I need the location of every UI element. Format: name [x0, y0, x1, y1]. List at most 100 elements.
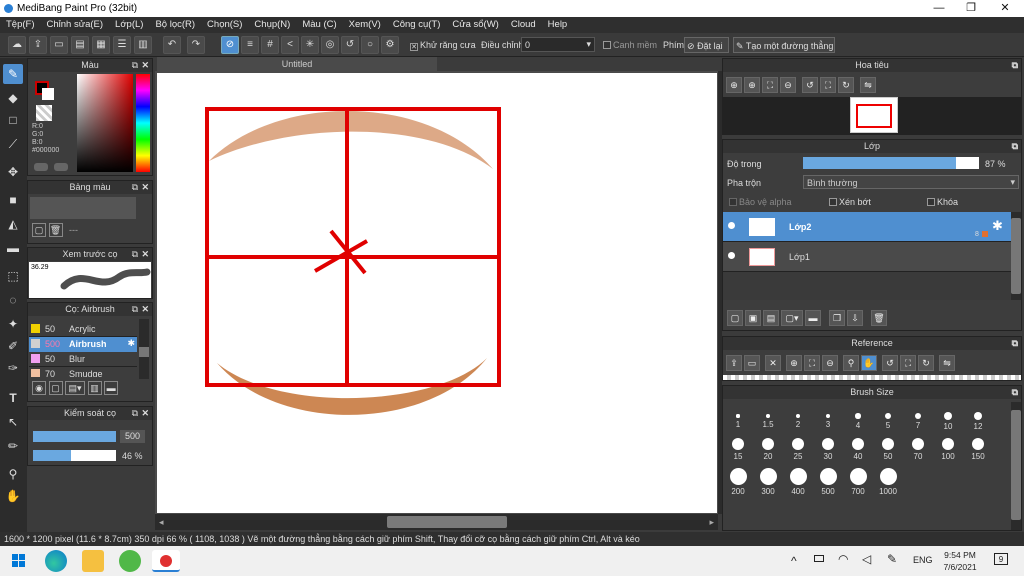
volume-icon[interactable]: ◁	[862, 552, 871, 566]
menu-layer[interactable]: Lớp(L)	[109, 17, 149, 33]
scroll-thumb[interactable]	[139, 347, 149, 357]
menu-file[interactable]: Tệp(F)	[0, 17, 41, 33]
rotate-right-icon[interactable]: ↻	[838, 77, 854, 93]
select-rect-icon[interactable]: ⬚	[3, 266, 23, 286]
scroll-left-icon[interactable]: ◂	[159, 517, 164, 528]
brush-item[interactable]: 70 Smudge	[29, 367, 137, 377]
copy-brush-icon[interactable]: ▥	[87, 381, 102, 395]
brush-size-option[interactable]: 200	[723, 468, 753, 496]
brush-size-option[interactable]: 70	[903, 436, 933, 461]
folder-icon[interactable]: ▬	[805, 310, 821, 326]
menu-filter[interactable]: Bộ lọc(R)	[149, 17, 201, 33]
popout-icon[interactable]: ⧉	[1012, 140, 1018, 153]
fill-rect-tool-icon[interactable]: ■	[3, 190, 23, 210]
flip-icon[interactable]: ⇋	[860, 77, 876, 93]
lock-checkbox[interactable]: Khóa	[927, 197, 958, 207]
language-indicator[interactable]: ENG	[913, 555, 933, 565]
brush-list-scrollbar[interactable]	[139, 319, 149, 379]
brush-settings-icon[interactable]: ◉	[32, 381, 46, 395]
transparent-swatch[interactable]	[36, 105, 52, 121]
brush-item[interactable]: 50 Acrylic	[29, 322, 137, 337]
pen-icon[interactable]: ✎	[887, 552, 897, 566]
duplicate-icon[interactable]: ❐	[829, 310, 845, 326]
popout-icon[interactable]: ⧉	[1012, 337, 1018, 350]
correction-select[interactable]: 0 ▾	[521, 37, 595, 52]
brush-size-option[interactable]: 20	[753, 436, 783, 461]
edge-checkbox[interactable]: Canh mềm	[603, 40, 657, 50]
text-tool-icon[interactable]: T	[3, 388, 23, 408]
rotate-left-icon[interactable]: ↺	[802, 77, 818, 93]
select-eraser-icon[interactable]: ✑	[3, 358, 23, 378]
new-halftone-icon[interactable]: ▤	[763, 310, 779, 326]
popout-icon[interactable]: ⧉	[132, 248, 138, 261]
color-mode-button-2[interactable]	[54, 163, 68, 171]
brush-size-option[interactable]: 500	[813, 468, 843, 496]
document-icon[interactable]: ▦	[92, 36, 110, 54]
share-icon[interactable]: ⇪	[29, 36, 47, 54]
close-icon[interactable]: ✕	[765, 355, 781, 371]
file-explorer-icon[interactable]	[82, 550, 104, 572]
clock[interactable]: 9:54 PM 7/6/2021	[940, 549, 980, 573]
brush-size-option[interactable]: 7	[903, 404, 933, 430]
brush-size-option[interactable]: 5	[873, 404, 903, 430]
gear-icon[interactable]: ✱	[992, 218, 1003, 234]
eraser-tool-icon[interactable]: ◆	[3, 88, 23, 108]
brush-size-option[interactable]: 3	[813, 404, 843, 429]
reset-button[interactable]: ⊘ Đặt lại	[684, 37, 729, 53]
color-mode-button[interactable]	[34, 163, 48, 171]
open-folder-icon[interactable]: ▭	[744, 355, 760, 371]
menu-color[interactable]: Màu (C)	[296, 17, 342, 33]
chat-icon[interactable]: ▤	[71, 36, 89, 54]
hand-icon[interactable]: ✋	[861, 355, 877, 371]
brush-size-option[interactable]: 1.5	[753, 404, 783, 429]
brush-size-option[interactable]: 300	[753, 468, 783, 496]
curve-snap-icon[interactable]: ↺	[341, 36, 359, 54]
brush-size-option[interactable]: 4	[843, 404, 873, 430]
parallel-snap-icon[interactable]: ≡	[241, 36, 259, 54]
rotate-left-icon[interactable]: ↺	[882, 355, 898, 371]
merge-icon[interactable]: ⇩	[847, 310, 863, 326]
bucket-tool-icon[interactable]: ◭	[3, 214, 23, 234]
hand-tool-icon[interactable]: ✋	[3, 486, 23, 506]
brush-size-scrollbar[interactable]	[1011, 402, 1021, 530]
brush-size-option[interactable]: 1	[723, 404, 753, 429]
brush-item[interactable]: 50 Blur	[29, 352, 137, 367]
layer-opacity-slider[interactable]	[803, 157, 979, 169]
menu-snap[interactable]: Chụp(N)	[248, 17, 296, 33]
brush-size-option[interactable]: 12	[963, 404, 993, 431]
antialias-checkbox[interactable]: ✕ Khử răng cưa	[410, 40, 476, 51]
hscroll-thumb[interactable]	[387, 516, 507, 528]
folder-icon[interactable]: ▬	[104, 381, 119, 395]
close-icon[interactable]: ✕	[141, 303, 149, 316]
close-icon[interactable]: ✕	[141, 59, 149, 72]
minimize-icon[interactable]: —	[924, 1, 954, 16]
popout-icon[interactable]: ⧉	[132, 181, 138, 194]
trash-icon[interactable]: 🗑	[871, 310, 887, 326]
close-icon[interactable]: ✕	[990, 1, 1020, 16]
brush-size-option[interactable]: 1000	[873, 468, 903, 496]
brush-size-option[interactable]: 10	[933, 404, 963, 431]
undo-icon[interactable]: ↶	[163, 36, 181, 54]
line-tool-icon[interactable]: ⟋	[3, 134, 23, 154]
fit-window-icon[interactable]: ⛶	[900, 355, 916, 371]
brush-size-option[interactable]: 30	[813, 436, 843, 461]
menu-edit[interactable]: Chỉnh sửa(E)	[41, 17, 110, 33]
brush-opacity-slider[interactable]	[33, 450, 116, 461]
redo-icon[interactable]: ↷	[187, 36, 205, 54]
rotate-right-icon[interactable]: ↻	[918, 355, 934, 371]
zoom-out-icon[interactable]: ⊖	[822, 355, 838, 371]
brush-size-option[interactable]: 150	[963, 436, 993, 461]
comment-icon[interactable]: ▭	[50, 36, 68, 54]
menu-select[interactable]: Chọn(S)	[201, 17, 248, 33]
secondary-color-swatch[interactable]	[42, 88, 54, 100]
eyedropper-icon[interactable]: ⚲	[3, 464, 23, 484]
reference-view[interactable]	[723, 375, 1021, 380]
popout-icon[interactable]: ⧉	[1012, 386, 1018, 399]
radial-snap-icon[interactable]: ✳	[301, 36, 319, 54]
zoom-in-icon[interactable]: ⊕	[726, 77, 742, 93]
menu-view[interactable]: Xem(V)	[343, 17, 387, 33]
brush-size-option[interactable]: 40	[843, 436, 873, 461]
brush-size-option[interactable]: 100	[933, 436, 963, 461]
eyedropper-icon[interactable]: ⚲	[843, 355, 859, 371]
menu-cloud[interactable]: Cloud	[505, 17, 542, 33]
